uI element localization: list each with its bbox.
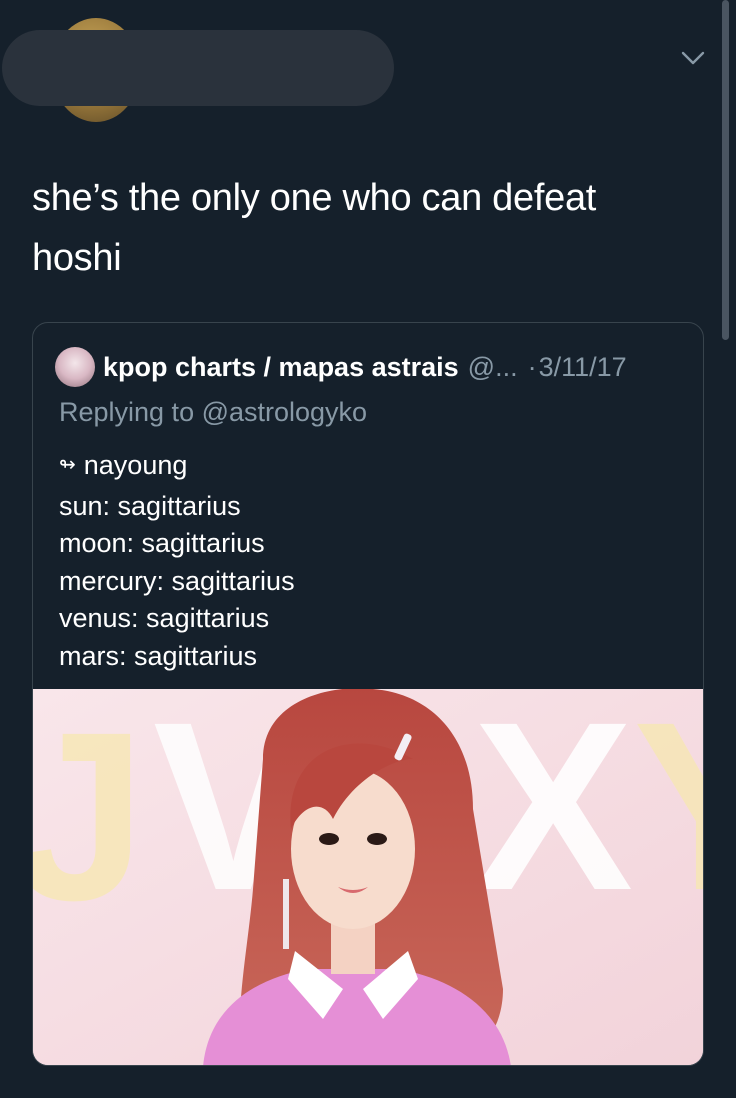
body-line-title-text: nayoung [83, 450, 188, 480]
quoted-author-avatar[interactable] [55, 347, 95, 387]
tweet-text: she’s the only one who can defeat hoshi [32, 177, 597, 279]
svg-text:X: X [473, 689, 633, 940]
body-line-mars: mars: sagittarius [59, 640, 258, 671]
quoted-author-handle[interactable]: @... [468, 352, 518, 383]
replying-to-line: Replying to @astrologyko [59, 397, 367, 428]
quoted-tweet-photo[interactable]: J V X Y [33, 689, 704, 1065]
body-line-title: ↬ nayoung [59, 447, 295, 488]
chevron-down-icon[interactable] [680, 48, 706, 68]
redacted-author-name [2, 30, 394, 106]
svg-text:J: J [33, 689, 146, 950]
quoted-tweet-date[interactable]: 3/11/17 [539, 352, 627, 383]
body-line-mercury: mercury: sagittarius [59, 565, 295, 596]
body-line-venus: venus: sagittarius [59, 603, 270, 633]
svg-text:Y: Y [633, 689, 704, 940]
scrollbar[interactable] [722, 0, 729, 340]
replying-to-label: Replying to [59, 397, 202, 427]
curved-arrow-icon: ↬ [59, 454, 76, 476]
quoted-author-name[interactable]: kpop charts / mapas astrais [103, 352, 459, 383]
quoted-tweet-header: kpop charts / mapas astrais @... · 3/11/… [55, 345, 627, 389]
body-line-moon: moon: sagittarius [59, 528, 265, 558]
replying-to-mention[interactable]: @astrologyko [202, 397, 367, 427]
header-separator: · [527, 351, 537, 382]
body-line-sun: sun: sagittarius [59, 490, 241, 521]
tweet-detail: she’s the only one who can defeat hoshi … [0, 0, 736, 1098]
photo-illustration: J V X Y [33, 689, 704, 1065]
quoted-tweet-card[interactable]: kpop charts / mapas astrais @... · 3/11/… [32, 322, 704, 1066]
quoted-tweet-body: ↬ nayoung sun: sagittarius moon: sagittar… [59, 447, 295, 675]
